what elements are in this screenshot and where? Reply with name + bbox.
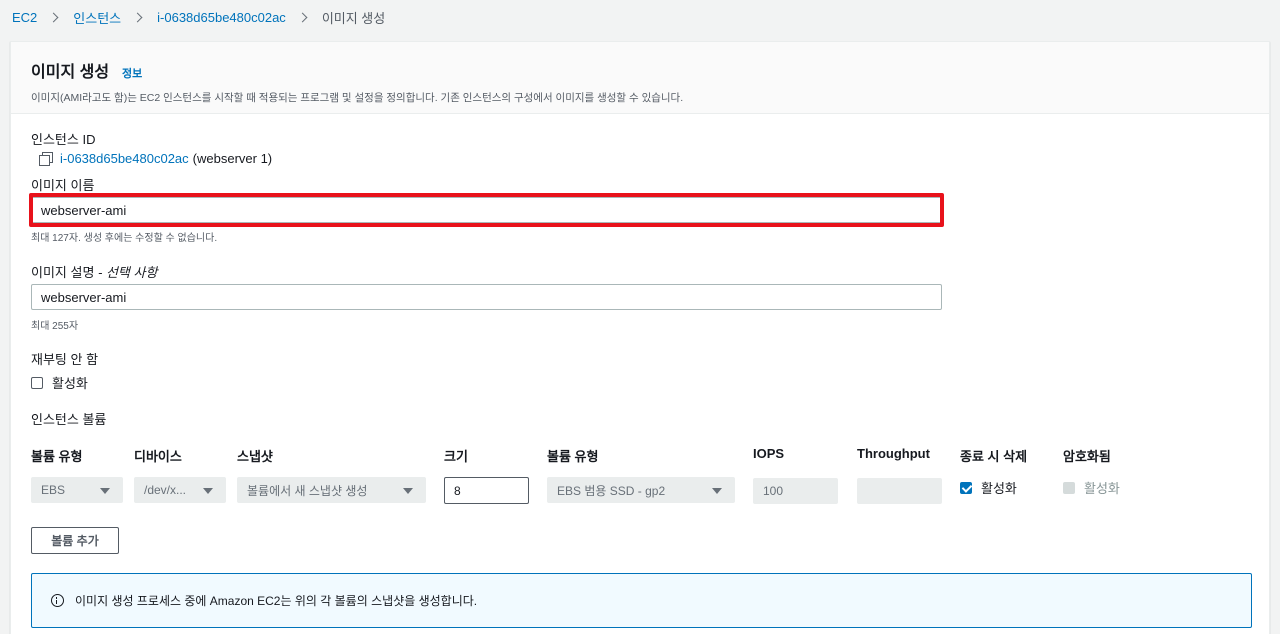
instance-id-label: 인스턴스 ID [31,132,96,147]
col-encrypted: 암호화됨 [1063,449,1111,464]
image-name-hint: 최대 127자. 생성 후에는 수정할 수 없습니다. [31,233,218,244]
breadcrumb-instances[interactable]: 인스턴스 [73,8,121,27]
breadcrumb-ec2[interactable]: EC2 [12,10,37,25]
info-alert-text: 이미지 생성 프로세스 중에 Amazon EC2는 위의 각 볼륨의 스냅샷을… [75,594,478,608]
instance-name: (webserver 1) [192,151,273,166]
no-reboot-checkbox-row[interactable]: 활성화 [31,373,88,392]
col-volume-type: 볼륨 유형 [31,449,83,464]
panel-header: 이미지 생성 정보 이미지(AMI라고도 함)는 EC2 인스턴스를 시작할 때… [11,42,1269,114]
ebs-type-select: EBS 범용 SSD - gp2 [547,477,735,503]
caret-down-icon [403,488,413,494]
device-select: /dev/x... [134,477,226,503]
caret-down-icon [100,488,110,494]
image-description-hint: 최대 255자 [31,321,79,332]
image-description-input[interactable] [31,284,942,310]
image-description-label: 이미지 설명 - 선택 사항 [31,265,158,280]
info-icon [51,594,64,607]
snapshot-select: 볼륨에서 새 스냅샷 생성 [237,477,426,503]
breadcrumb-instance-id[interactable]: i-0638d65be480c02ac [157,10,286,25]
page-title: 이미지 생성 [31,64,110,81]
instance-id-link[interactable]: i-0638d65be480c02ac [60,151,189,166]
create-image-panel: 이미지 생성 정보 이미지(AMI라고도 함)는 EC2 인스턴스를 시작할 때… [10,41,1270,634]
breadcrumb: EC2 인스턴스 i-0638d65be480c02ac 이미지 생성 [12,8,385,26]
info-alert: 이미지 생성 프로세스 중에 Amazon EC2는 위의 각 볼륨의 스냅샷을… [31,573,1252,628]
encrypted-row: 활성화 [1063,478,1120,497]
delete-on-termination-label: 활성화 [981,481,1017,496]
throughput-input [857,478,942,504]
volume-type-select: EBS [31,477,123,503]
copy-icon[interactable] [39,151,53,166]
no-reboot-label: 재부팅 안 함 [31,352,99,367]
col-snapshot: 스냅샷 [237,449,273,464]
iops-input: 100 [753,478,838,504]
col-size: 크기 [444,449,468,464]
no-reboot-checkbox-label: 활성화 [52,376,88,391]
col-device: 디바이스 [134,449,182,464]
chevron-right-icon [48,12,59,22]
instance-id-row: i-0638d65be480c02ac (webserver 1) [39,151,272,166]
instance-volumes-label: 인스턴스 볼륨 [31,412,107,427]
col-iops: IOPS [753,446,785,461]
chevron-right-icon [132,12,143,22]
no-reboot-checkbox[interactable] [31,376,43,389]
add-volume-button[interactable]: 볼륨 추가 [31,527,119,554]
image-name-input[interactable] [31,197,942,223]
delete-on-termination-row[interactable]: 활성화 [960,478,1017,497]
breadcrumb-current: 이미지 생성 [321,10,386,26]
info-link[interactable]: 정보 [122,65,142,81]
chevron-right-icon [297,12,308,22]
col-throughput: Throughput [857,446,930,461]
col-ebs-type: 볼륨 유형 [547,449,599,464]
col-delete-on-termination: 종료 시 삭제 [960,449,1028,464]
encrypted-checkbox [1063,481,1075,494]
encrypted-label: 활성화 [1084,481,1120,496]
caret-down-icon [203,488,213,494]
delete-on-termination-checkbox[interactable] [960,481,972,494]
image-name-label: 이미지 이름 [31,178,95,193]
page-description: 이미지(AMI라고도 함)는 EC2 인스턴스를 시작할 때 적용되는 프로그램… [31,92,684,104]
caret-down-icon [712,488,722,494]
volume-size-input[interactable] [444,477,529,504]
